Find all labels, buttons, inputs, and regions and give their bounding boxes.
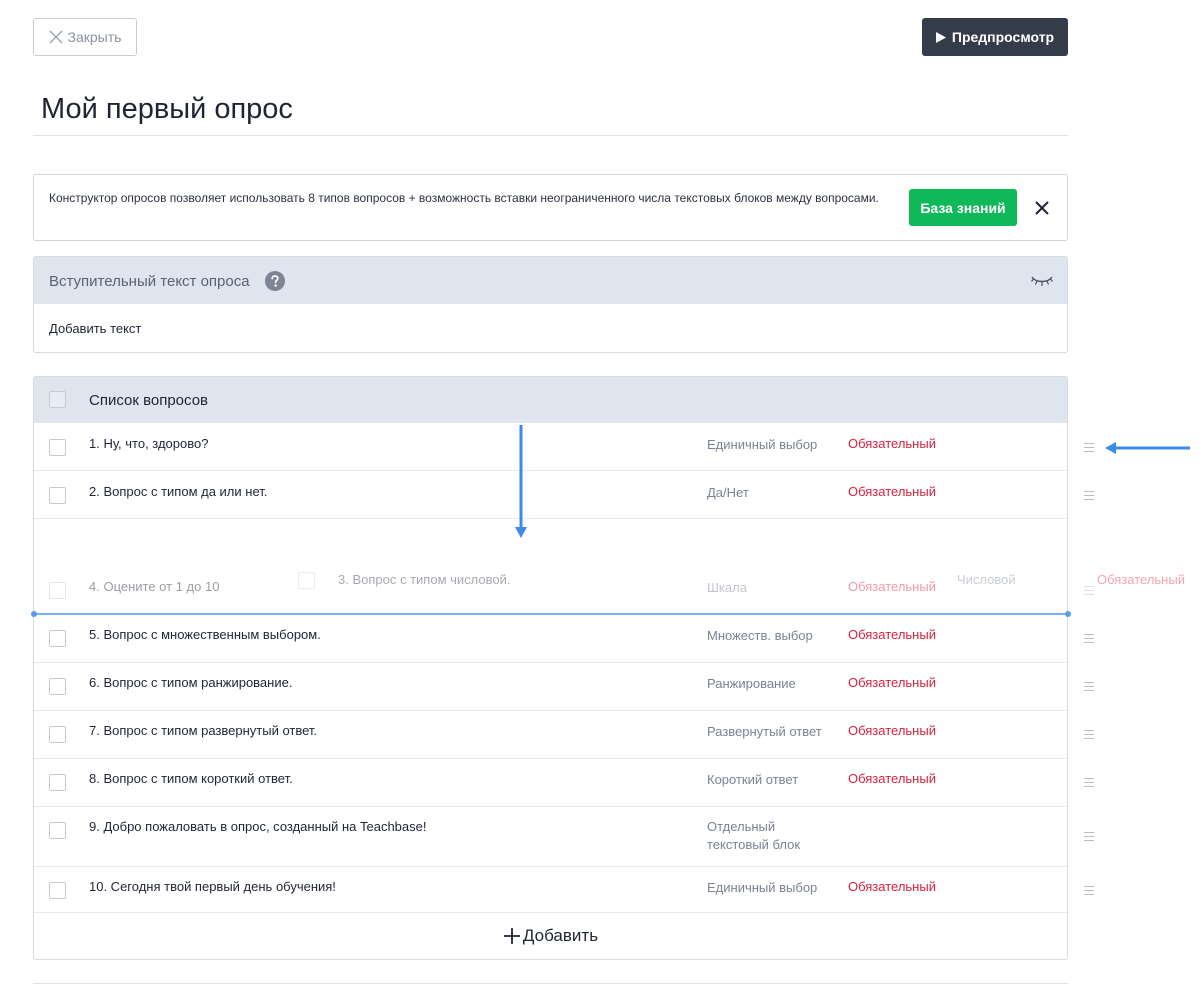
question-row[interactable]: 1. Ну, что, здорово? Единичный выбор Обя… <box>34 423 1067 471</box>
plus-icon <box>503 928 520 944</box>
question-type: Единичный выбор <box>707 437 818 452</box>
drop-indicator-start <box>31 611 37 617</box>
add-question-button[interactable]: Добавить <box>34 913 1067 959</box>
arrow-left-annotation-icon <box>1105 442 1190 454</box>
question-checkbox[interactable] <box>49 487 66 504</box>
close-x-icon <box>49 30 63 44</box>
knowledge-base-button[interactable]: База знаний <box>909 189 1017 226</box>
info-text: Конструктор опросов позволяет использова… <box>49 191 879 205</box>
question-required: Обязательный <box>848 627 936 642</box>
close-icon[interactable] <box>1034 200 1050 216</box>
bottom-divider <box>33 983 1068 984</box>
question-label: 3. Вопрос с типом числовой. <box>338 572 511 587</box>
question-checkbox <box>298 572 315 589</box>
question-checkbox[interactable] <box>49 439 66 456</box>
question-type: Единичный выбор <box>707 880 818 895</box>
survey-title[interactable]: Мой первый опрос <box>41 93 293 126</box>
preview-button[interactable]: Предпросмотр <box>922 18 1068 56</box>
question-row[interactable]: 5. Вопрос с множественным выбором. Множе… <box>34 615 1067 663</box>
question-label: 5. Вопрос с множественным выбором. <box>89 627 321 642</box>
question-type: Отдельный текстовый блок <box>707 819 801 852</box>
question-type: Ранжирование <box>707 676 796 691</box>
drop-indicator-line <box>33 613 1068 615</box>
question-required: Обязательный <box>848 723 936 738</box>
question-type: Короткий ответ <box>707 772 799 787</box>
eye-closed-icon[interactable] <box>1031 274 1053 288</box>
add-intro-text-link[interactable]: Добавить текст <box>49 321 141 336</box>
drag-handle-icon[interactable] <box>1084 682 1094 691</box>
question-row[interactable]: 10. Сегодня твой первый день обучения! Е… <box>34 867 1067 913</box>
question-checkbox[interactable] <box>49 678 66 695</box>
questions-list: Список вопросов 1. Ну, что, здорово? Еди… <box>33 376 1068 960</box>
dragged-question-ghost[interactable]: 3. Вопрос с типом числовой. Числовой Обя… <box>298 568 1198 592</box>
drag-handle-icon[interactable] <box>1084 491 1094 500</box>
drop-indicator-end <box>1065 611 1071 617</box>
info-banner: Конструктор опросов позволяет использова… <box>33 174 1068 241</box>
intro-header: Вступительный текст опроса <box>34 257 1067 304</box>
question-checkbox[interactable] <box>49 774 66 791</box>
add-question-label: Добавить <box>522 926 599 945</box>
question-required: Обязательный <box>848 484 936 499</box>
question-label: 2. Вопрос с типом да или нет. <box>89 484 268 499</box>
drag-handle-icon[interactable] <box>1084 778 1094 787</box>
questions-header-title: Список вопросов <box>89 392 209 409</box>
question-row[interactable]: 8. Вопрос с типом короткий ответ. Коротк… <box>34 759 1067 807</box>
question-row[interactable]: 2. Вопрос с типом да или нет. Да/Нет Обя… <box>34 471 1067 519</box>
question-type: Множеств. выбор <box>707 628 813 643</box>
question-label: 7. Вопрос с типом развернутый ответ. <box>89 723 318 738</box>
close-button-label: Закрыть <box>67 29 122 45</box>
question-required: Обязательный <box>848 436 936 451</box>
question-row[interactable]: 9. Добро пожаловать в опрос, созданный н… <box>34 807 1067 867</box>
close-button[interactable]: Закрыть <box>33 18 137 56</box>
intro-title: Вступительный текст опроса <box>49 273 250 290</box>
question-row[interactable]: 7. Вопрос с типом развернутый ответ. Раз… <box>34 711 1067 759</box>
question-type: Да/Нет <box>707 485 749 500</box>
question-row[interactable]: 6. Вопрос с типом ранжирование. Ранжиров… <box>34 663 1067 711</box>
preview-button-label: Предпросмотр <box>951 29 1055 45</box>
question-required: Обязательный <box>848 879 936 894</box>
questions-header: Список вопросов <box>34 377 1067 423</box>
question-checkbox[interactable] <box>49 882 66 899</box>
question-checkbox[interactable] <box>49 630 66 647</box>
select-all-checkbox[interactable] <box>49 391 66 408</box>
question-type: Числовой <box>957 572 1016 587</box>
drag-handle-icon[interactable] <box>1084 832 1094 841</box>
drag-handle-icon[interactable] <box>1084 586 1094 595</box>
question-label: 8. Вопрос с типом короткий ответ. <box>89 771 293 786</box>
intro-text-section: Вступительный текст опроса Добавить текс… <box>33 256 1068 353</box>
drag-handle-icon[interactable] <box>1084 886 1094 895</box>
question-required: Обязательный <box>848 771 936 786</box>
title-divider <box>33 135 1068 136</box>
play-icon <box>935 31 946 43</box>
question-label: 6. Вопрос с типом ранжирование. <box>89 675 293 690</box>
question-checkbox[interactable] <box>49 726 66 743</box>
question-label: 10. Сегодня твой первый день обучения! <box>89 879 336 894</box>
drag-handle-icon[interactable] <box>1084 634 1094 643</box>
question-required: Обязательный <box>848 675 936 690</box>
question-checkbox[interactable] <box>49 822 66 839</box>
question-type: Развернутый ответ <box>707 724 822 739</box>
question-checkbox[interactable] <box>49 582 66 599</box>
question-required: Обязательный <box>1097 572 1185 587</box>
drag-handle-icon[interactable] <box>1084 443 1094 452</box>
question-label: 1. Ну, что, здорово? <box>89 436 209 451</box>
question-label: 9. Добро пожаловать в опрос, созданный н… <box>89 819 427 834</box>
question-label: 4. Оцените от 1 до 10 <box>89 579 220 594</box>
question-circle-icon[interactable] <box>265 271 285 291</box>
drag-handle-icon[interactable] <box>1084 730 1094 739</box>
drop-placeholder <box>34 519 1067 567</box>
